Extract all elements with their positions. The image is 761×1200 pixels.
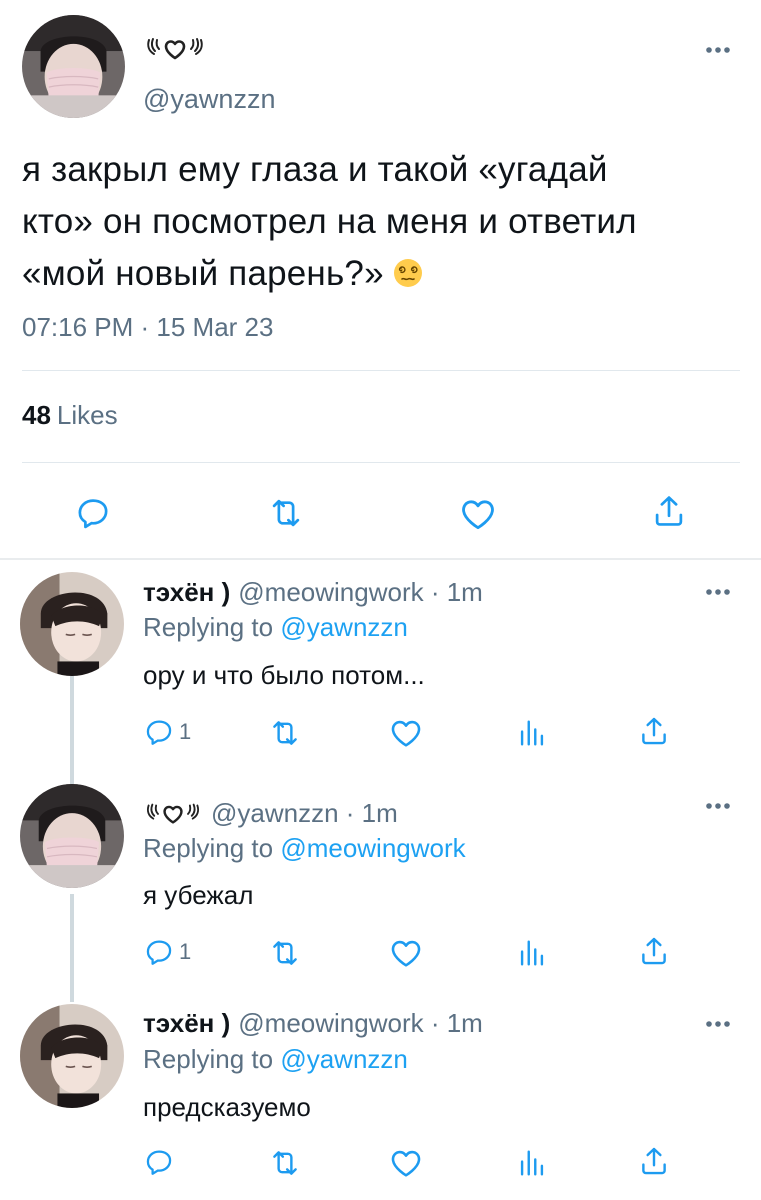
- more-options-icon[interactable]: [698, 796, 738, 816]
- reply-icon: [143, 1146, 175, 1178]
- reply-button[interactable]: [143, 1146, 175, 1178]
- share-icon: [650, 492, 688, 530]
- handle-time[interactable]: @yawnzzn · 1m: [211, 798, 398, 829]
- display-name[interactable]: тэхён ): [143, 577, 230, 608]
- retweet-button[interactable]: [268, 1146, 302, 1180]
- replying-prefix: Replying to: [143, 612, 274, 642]
- reply-header: тэхён ) @meowingwork · 1m: [143, 575, 483, 609]
- replying-to: Replying to @meowingwork: [143, 833, 466, 864]
- retweet-icon: [268, 1146, 302, 1180]
- reply-icon: [143, 936, 175, 968]
- reply-count: 1: [179, 939, 192, 964]
- analytics-icon: [515, 936, 549, 970]
- more-options-icon[interactable]: [698, 1014, 738, 1034]
- like-icon: [388, 935, 424, 971]
- wings-heart-icon[interactable]: [143, 798, 203, 828]
- retweet-button[interactable]: [268, 716, 302, 750]
- reply-text: предсказуемо: [143, 1092, 311, 1122]
- share-button[interactable]: [637, 934, 671, 968]
- reply-text: я убежал: [143, 880, 254, 910]
- display-name[interactable]: [143, 32, 207, 64]
- handle-time[interactable]: @meowingwork · 1m: [238, 577, 483, 608]
- avatar[interactable]: [20, 572, 124, 676]
- tweet-text-line: я закрыл ему глаза и такой «угадай: [22, 150, 608, 189]
- replying-to: Replying to @yawnzzn: [143, 1044, 408, 1075]
- like-button[interactable]: [388, 715, 424, 751]
- reply-icon: [143, 716, 175, 748]
- retweet-icon: [268, 936, 302, 970]
- retweet-button[interactable]: [268, 936, 302, 970]
- divider: [22, 370, 740, 371]
- likes-count: 48: [22, 400, 51, 430]
- tweet-text-line: кто» он посмотрел на меня и ответил: [22, 202, 637, 241]
- retweet-icon: [267, 494, 305, 532]
- wings-heart-icon: [143, 32, 207, 64]
- tweet-text: я закрыл ему глаза и такой «угадай кто» …: [22, 144, 742, 300]
- like-button[interactable]: [388, 935, 424, 971]
- analytics-button[interactable]: [515, 1146, 549, 1180]
- display-name[interactable]: тэхён ): [143, 1008, 230, 1039]
- section-separator: [0, 558, 761, 560]
- more-options-icon[interactable]: [698, 582, 738, 602]
- timestamp[interactable]: 07:16 PM · 15 Mar 23: [22, 312, 273, 343]
- analytics-button[interactable]: [515, 716, 549, 750]
- reply-header: @yawnzzn · 1m: [143, 796, 398, 830]
- thread-line: [70, 676, 74, 784]
- likes-label: Likes: [56, 400, 118, 430]
- tweet-text-line-last: «мой новый парень?»: [22, 248, 742, 300]
- reply-count: 1: [179, 719, 192, 744]
- likes-summary[interactable]: 48 Likes: [22, 400, 118, 431]
- analytics-button[interactable]: [515, 936, 549, 970]
- replying-prefix: Replying to: [143, 1044, 274, 1074]
- reply-header: тэхён ) @meowingwork · 1m: [143, 1006, 483, 1040]
- more-options-icon[interactable]: [698, 40, 738, 60]
- avatar[interactable]: [22, 15, 125, 118]
- share-button[interactable]: [637, 1144, 671, 1178]
- share-button[interactable]: [650, 492, 688, 530]
- share-icon: [637, 714, 671, 748]
- like-button[interactable]: [388, 1145, 424, 1181]
- like-icon: [458, 494, 498, 534]
- avatar[interactable]: [20, 1004, 124, 1108]
- handle[interactable]: @yawnzzn: [143, 84, 275, 115]
- share-icon: [637, 1144, 671, 1178]
- replying-to: Replying to @yawnzzn: [143, 612, 408, 643]
- analytics-icon: [515, 716, 549, 750]
- reply-button[interactable]: [74, 494, 112, 532]
- divider: [22, 462, 740, 463]
- replying-prefix: Replying to: [143, 833, 274, 863]
- reply-icon: [74, 494, 112, 532]
- reply-text: ору и что было потом...: [143, 660, 425, 690]
- share-icon: [637, 934, 671, 968]
- handle-time[interactable]: @meowingwork · 1m: [238, 1008, 483, 1039]
- share-button[interactable]: [637, 714, 671, 748]
- reply-button[interactable]: 1: [143, 936, 191, 968]
- like-button[interactable]: [458, 494, 498, 534]
- replying-to-link[interactable]: @meowingwork: [280, 833, 465, 863]
- replying-to-link[interactable]: @yawnzzn: [280, 1044, 408, 1074]
- reply-button[interactable]: 1: [143, 716, 191, 748]
- like-icon: [388, 715, 424, 751]
- replying-to-link[interactable]: @yawnzzn: [280, 612, 408, 642]
- woozy-face-emoji: [393, 259, 422, 287]
- like-icon: [388, 1145, 424, 1181]
- retweet-icon: [268, 716, 302, 750]
- avatar[interactable]: [20, 784, 124, 888]
- thread-line: [70, 894, 74, 1002]
- analytics-icon: [515, 1146, 549, 1180]
- tweet-text-line: «мой новый парень?»: [22, 254, 384, 293]
- retweet-button[interactable]: [267, 494, 305, 532]
